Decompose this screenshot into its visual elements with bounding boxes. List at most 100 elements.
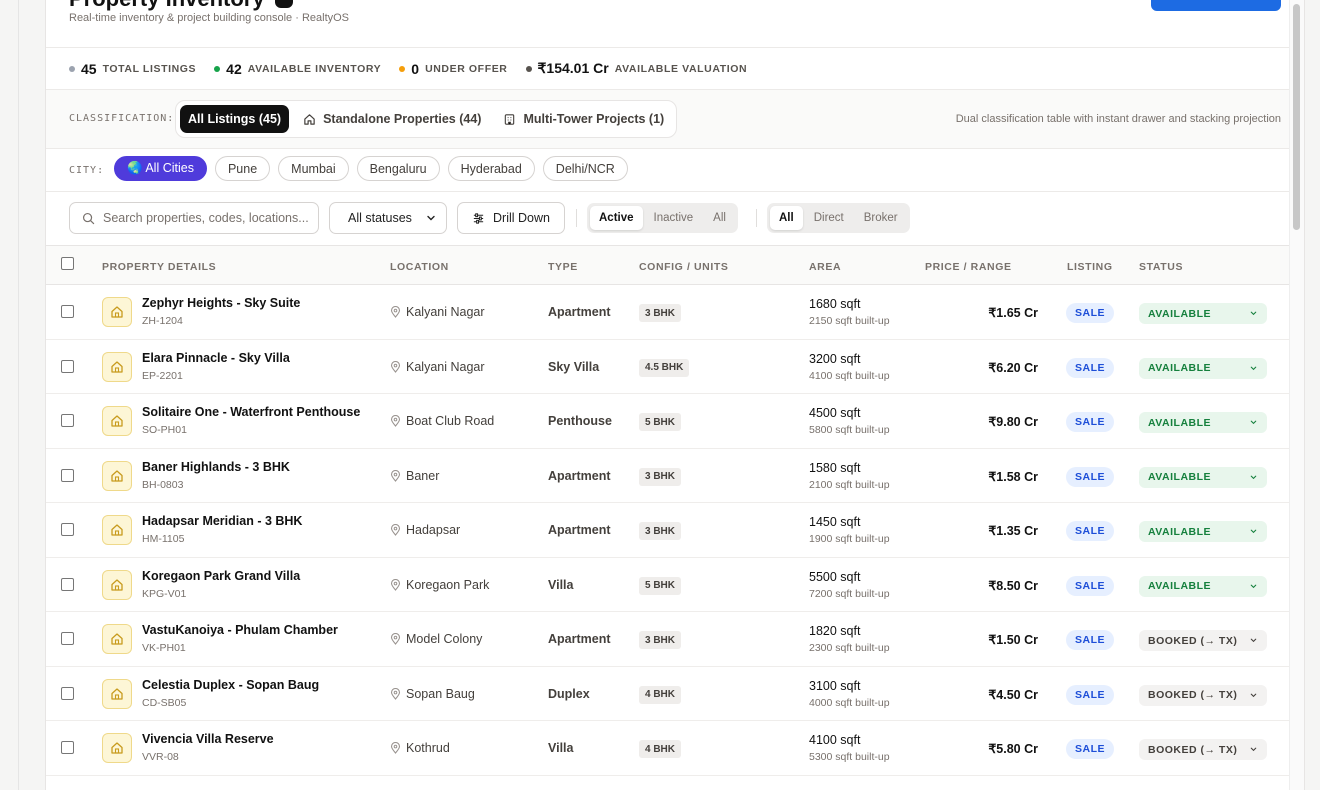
table-header: PROPERTY DETAILS LOCATION TYPE CONFIG / … bbox=[46, 245, 1304, 285]
row-checkbox[interactable] bbox=[61, 305, 74, 318]
status-dropdown[interactable]: AVAILABLE bbox=[1139, 412, 1267, 433]
status-dropdown[interactable]: AVAILABLE bbox=[1139, 466, 1267, 488]
source-all[interactable]: All bbox=[770, 206, 803, 230]
listing-badge: SALE bbox=[1066, 739, 1115, 759]
property-name[interactable]: Vivencia Villa Reserve bbox=[142, 732, 274, 746]
option-label: Multi-Tower Projects (1) bbox=[523, 112, 665, 126]
property-name[interactable]: VastuKanoiya - Phulam Chamber bbox=[142, 623, 338, 637]
stat-value: ₹154.01 Cr bbox=[537, 60, 609, 76]
property-name[interactable]: Koregaon Park Grand Villa bbox=[142, 569, 300, 583]
carpet-area: 3200 sqft bbox=[809, 351, 861, 366]
table-row[interactable]: Hadapsar Meridian - 3 BHK HM-1105 Hadaps… bbox=[46, 503, 1304, 558]
carpet-area: 1680 sqft bbox=[809, 297, 861, 311]
classification-all-listings[interactable]: All Listings (45) bbox=[180, 105, 290, 133]
city-chip-mumbai[interactable]: Mumbai bbox=[278, 156, 349, 181]
activity-active[interactable]: Active bbox=[590, 206, 643, 230]
vertical-scrollbar[interactable] bbox=[1289, 0, 1304, 790]
select-all-checkbox[interactable] bbox=[61, 257, 74, 270]
source-broker[interactable]: Broker bbox=[855, 206, 907, 230]
classification-standalone[interactable]: Standalone Properties (44) bbox=[295, 105, 489, 133]
table-row[interactable]: Solitaire One - Waterfront Penthouse SO-… bbox=[46, 394, 1304, 449]
page-subtitle: Real-time inventory & project building c… bbox=[69, 12, 350, 24]
property-name[interactable]: Celestia Duplex - Sopan Baug bbox=[142, 678, 319, 692]
status-text: BOOKED (→ TX) bbox=[1148, 689, 1238, 701]
carpet-area: 5500 sqft bbox=[809, 569, 861, 584]
column-header[interactable]: PRICE / RANGE bbox=[925, 261, 1012, 273]
built-up-area: 2300 sqft built-up bbox=[809, 642, 890, 654]
status-text: AVAILABLE bbox=[1148, 416, 1212, 429]
stat-available-inventory: 42 AVAILABLE INVENTORY bbox=[214, 61, 381, 77]
row-checkbox[interactable] bbox=[61, 686, 74, 700]
map-pin-icon bbox=[390, 524, 401, 536]
divider bbox=[576, 209, 577, 227]
property-price: ₹9.80 Cr bbox=[988, 415, 1038, 429]
column-header[interactable]: LISTING bbox=[1067, 261, 1113, 273]
table-row[interactable]: VastuKanoiya - Phulam Chamber VK-PH01 Mo… bbox=[46, 612, 1304, 667]
home-icon bbox=[111, 469, 123, 482]
table-row[interactable]: Zephyr Heights - Sky Suite ZH-1204 Kalya… bbox=[46, 285, 1304, 340]
map-pin-icon bbox=[390, 415, 401, 427]
carpet-area: 4500 sqft bbox=[809, 406, 861, 420]
drill-down-button[interactable]: Drill Down bbox=[457, 202, 565, 234]
column-header[interactable]: CONFIG / UNITS bbox=[639, 261, 728, 273]
classification-bar: CLASSIFICATION: All Listings (45) Standa… bbox=[46, 90, 1304, 148]
status-dropdown[interactable]: AVAILABLE bbox=[1139, 357, 1267, 379]
source-direct[interactable]: Direct bbox=[805, 206, 853, 230]
property-location: Boat Club Road bbox=[390, 414, 494, 428]
property-name[interactable]: Zephyr Heights - Sky Suite bbox=[142, 296, 300, 310]
property-name[interactable]: Solitaire One - Waterfront Penthouse bbox=[142, 405, 360, 419]
city-chip-hyderabad[interactable]: Hyderabad bbox=[447, 156, 535, 181]
column-header[interactable]: LOCATION bbox=[390, 261, 449, 273]
scrollbar-thumb[interactable] bbox=[1293, 4, 1300, 230]
table-row[interactable]: Elara Pinnacle - Sky Villa EP-2201 Kalya… bbox=[46, 340, 1304, 394]
property-icon bbox=[102, 678, 132, 709]
activity-inactive[interactable]: Inactive bbox=[645, 206, 703, 230]
map-pin-icon bbox=[390, 578, 401, 591]
status-select[interactable]: All statuses bbox=[329, 202, 447, 234]
config-badge: 4 BHK bbox=[639, 740, 682, 758]
property-name[interactable]: Baner Highlands - 3 BHK bbox=[142, 460, 290, 474]
primary-action-button[interactable] bbox=[1151, 0, 1281, 11]
row-checkbox[interactable] bbox=[61, 523, 74, 536]
table-row[interactable]: Vivencia Villa Reserve VVR-08 Kothrud Vi… bbox=[46, 721, 1304, 776]
property-name[interactable]: Elara Pinnacle - Sky Villa bbox=[142, 351, 290, 365]
status-dropdown[interactable]: BOOKED (→ TX) bbox=[1139, 739, 1267, 760]
status-dropdown[interactable]: AVAILABLE bbox=[1139, 575, 1267, 597]
page-title-text: Property Inventory bbox=[69, 0, 265, 12]
property-icon bbox=[102, 624, 132, 654]
city-chip-pune[interactable]: Pune bbox=[214, 156, 271, 181]
classification-multi-tower[interactable]: Multi-Tower Projects (1) bbox=[495, 105, 672, 133]
config-badge: 3 BHK bbox=[639, 631, 682, 649]
status-dropdown[interactable]: BOOKED (→ TX) bbox=[1139, 630, 1267, 651]
row-checkbox[interactable] bbox=[61, 741, 74, 754]
table-row[interactable]: Celestia Duplex - Sopan Baug CD-SB05 Sop… bbox=[46, 667, 1304, 721]
status-dropdown[interactable]: AVAILABLE bbox=[1139, 303, 1267, 324]
row-checkbox[interactable] bbox=[61, 468, 74, 482]
column-header[interactable]: PROPERTY DETAILS bbox=[102, 261, 216, 273]
city-chip-delhi-ncr[interactable]: Delhi/NCR bbox=[542, 156, 628, 181]
city-chip-bengaluru[interactable]: Bengaluru bbox=[356, 156, 440, 181]
listing-badge: SALE bbox=[1066, 521, 1115, 541]
search-input[interactable] bbox=[103, 211, 313, 225]
status-select-value: All statuses bbox=[348, 211, 412, 225]
row-checkbox[interactable] bbox=[61, 632, 74, 645]
property-price: ₹1.50 Cr bbox=[988, 633, 1038, 647]
table-row[interactable]: Koregaon Park Grand Villa KPG-V01 Korega… bbox=[46, 558, 1304, 612]
property-code: BH-0803 bbox=[142, 478, 184, 491]
listing-badge: SALE bbox=[1066, 684, 1115, 705]
column-header[interactable]: STATUS bbox=[1139, 261, 1183, 273]
property-code: KPG-V01 bbox=[142, 587, 187, 600]
city-chip-all[interactable]: 🌏 All Cities bbox=[114, 156, 207, 181]
row-checkbox[interactable] bbox=[61, 414, 74, 427]
building-icon bbox=[505, 113, 515, 125]
activity-all[interactable]: All bbox=[704, 206, 735, 230]
property-location: Hadapsar bbox=[390, 523, 460, 537]
column-header[interactable]: AREA bbox=[809, 261, 841, 273]
table-row[interactable]: Baner Highlands - 3 BHK BH-0803 Baner Ap… bbox=[46, 449, 1304, 503]
row-checkbox[interactable] bbox=[61, 359, 74, 373]
column-header[interactable]: TYPE bbox=[548, 261, 578, 273]
status-dropdown[interactable]: BOOKED (→ TX) bbox=[1139, 684, 1267, 706]
status-dropdown[interactable]: AVAILABLE bbox=[1139, 521, 1267, 542]
row-checkbox[interactable] bbox=[61, 577, 74, 591]
property-name[interactable]: Hadapsar Meridian - 3 BHK bbox=[142, 514, 302, 528]
